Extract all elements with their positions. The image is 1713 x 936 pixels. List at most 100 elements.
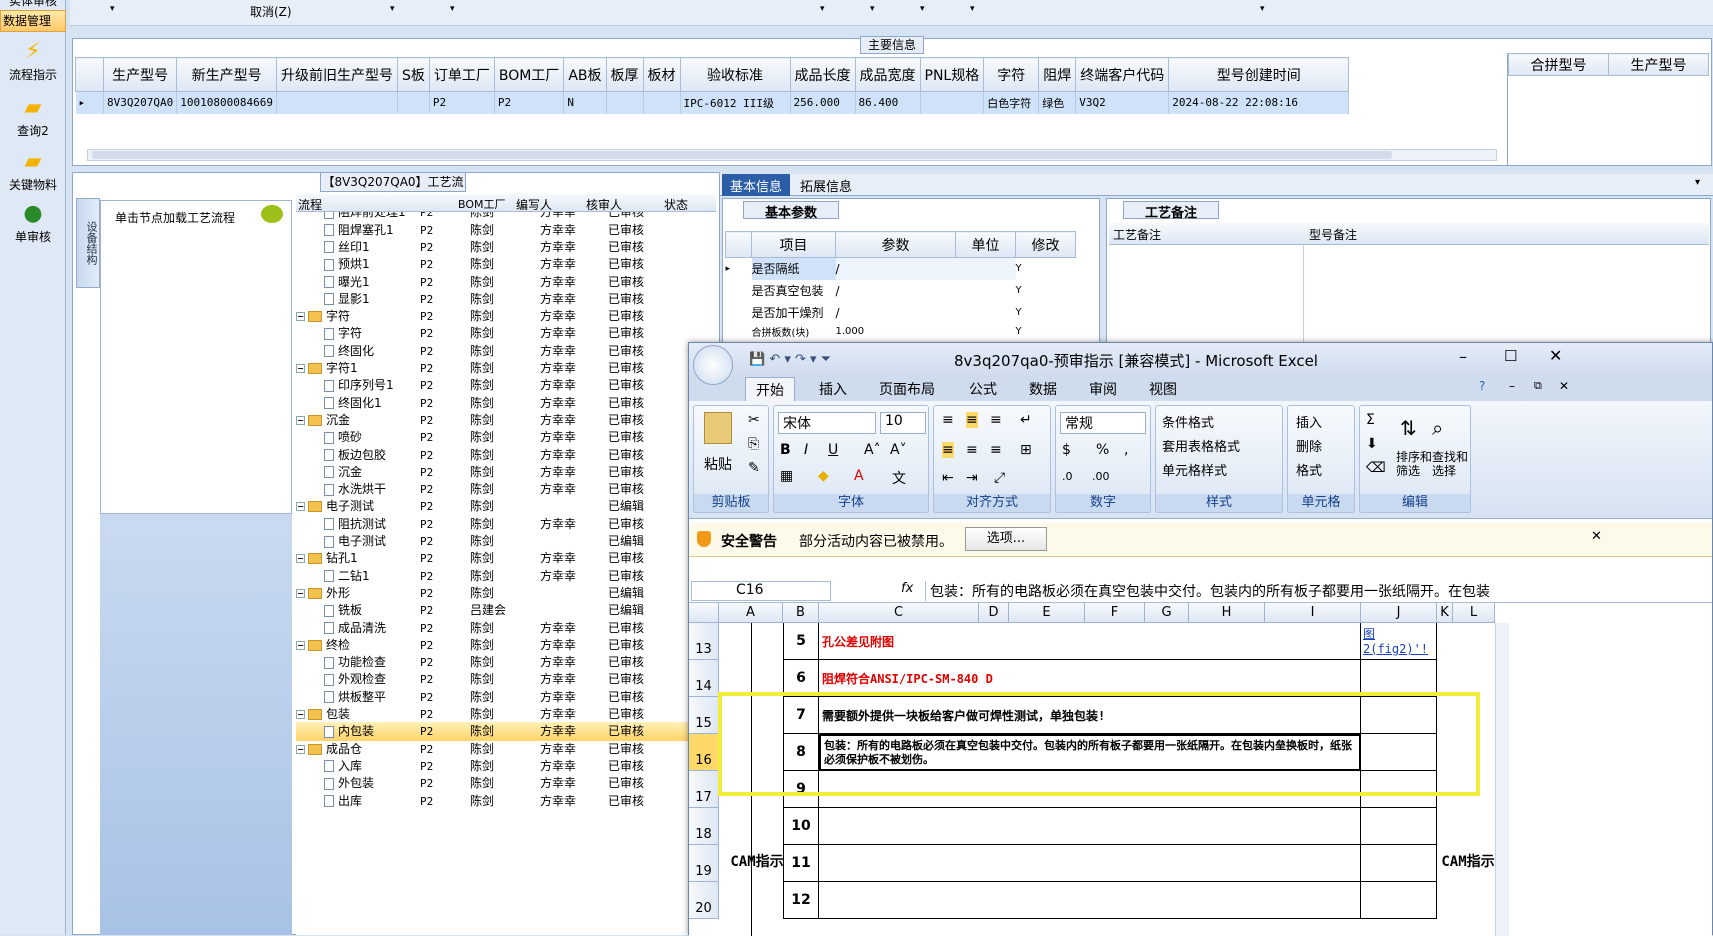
table-cell[interactable]: P2 (494, 91, 565, 114)
table-cell[interactable] (955, 257, 1016, 280)
dropdown-arrow-icon[interactable]: ▾ (920, 4, 925, 14)
collapse-icon[interactable]: − (296, 588, 305, 598)
column-header[interactable]: 工艺备注 (1113, 226, 1161, 243)
tree-row[interactable]: 印序列号1 P2 陈剑 方幸幸 已审核 (296, 376, 716, 395)
tree-node[interactable]: 内包装 (324, 722, 374, 741)
tree-node[interactable]: 阻抗测试 (324, 515, 386, 534)
table-cell[interactable]: V3Q2 (1075, 91, 1170, 114)
tree-node[interactable]: − 外形 (296, 584, 350, 603)
table-cell[interactable]: 白色字符 (983, 91, 1040, 114)
conditional-format-button[interactable]: 条件格式 (1162, 412, 1214, 431)
column-header[interactable]: 新生产型号 (176, 57, 277, 92)
column-header[interactable]: 订单工厂 (428, 57, 495, 92)
column-header[interactable]: 升级前旧生产型号 (275, 57, 398, 92)
tree-node[interactable]: 功能检查 (324, 653, 386, 672)
tree-node[interactable]: 电子测试 (324, 532, 386, 551)
column-header[interactable]: S板 (396, 57, 430, 92)
column-header[interactable]: 流程 (298, 196, 322, 213)
tree-row[interactable]: 外观检查 P2 陈剑 方幸幸 已审核 (296, 670, 716, 689)
cell-b[interactable]: 10 (783, 808, 819, 845)
tree-node[interactable]: 外包装 (324, 774, 374, 793)
align-right-icon[interactable]: ≡ (990, 442, 1002, 458)
tree-row[interactable]: − 终检 P2 陈剑 方幸幸 已审核 (296, 636, 716, 655)
tree-row[interactable]: − 电子测试 P2 陈剑 已编辑 (296, 497, 716, 516)
tree-node[interactable]: 二钻1 (324, 567, 370, 586)
tree-node[interactable]: 铣板 (324, 601, 362, 620)
tree-node[interactable]: 阻焊塞孔1 (324, 221, 394, 240)
column-header[interactable]: 合拼型号 (1508, 53, 1609, 76)
cell-c[interactable] (819, 882, 1361, 919)
column-header[interactable]: 核审人 (586, 196, 622, 213)
cell-b[interactable]: 7 (783, 697, 819, 734)
column-header-c[interactable]: C (819, 603, 979, 623)
column-header[interactable]: 生产型号 (1608, 53, 1709, 76)
row-header[interactable]: 17 (689, 771, 719, 808)
dropdown-arrow-icon[interactable]: ▾ (970, 4, 975, 14)
font-color-icon[interactable]: A (854, 468, 864, 484)
column-header[interactable]: BOM工厂 (458, 196, 506, 212)
table-row[interactable]: ▸ 是否隔纸 / Y (726, 257, 1076, 280)
tab-data[interactable]: 数据 (1029, 379, 1057, 399)
cell-j-link[interactable] (1361, 882, 1437, 919)
column-header-h[interactable]: H (1189, 603, 1265, 623)
close-icon[interactable]: ✕ (1559, 379, 1569, 393)
collapse-icon[interactable]: − (296, 640, 305, 650)
tree-row[interactable]: − 字符 P2 陈剑 方幸幸 已审核 (296, 307, 716, 326)
tree-node[interactable]: 烘板整平 (324, 688, 386, 707)
clear-icon[interactable]: ⌫ (1366, 460, 1386, 476)
insert-button[interactable]: 插入 (1296, 412, 1322, 431)
column-header[interactable]: 终端客户代码 (1075, 57, 1170, 92)
tree-node[interactable]: − 沉金 (296, 411, 350, 430)
format-painter-icon[interactable]: ✎ (748, 460, 760, 476)
help-icon[interactable]: ? (1479, 379, 1485, 393)
tree-node[interactable]: 曝光1 (324, 273, 370, 292)
nav-item-data-management[interactable]: 数据管理 (0, 10, 66, 32)
collapse-icon[interactable]: − (296, 502, 305, 512)
bold-icon[interactable]: B (780, 442, 791, 458)
table-cell[interactable]: / (835, 257, 956, 280)
dropdown-arrow-icon[interactable]: ▾ (870, 4, 875, 14)
tab-page-layout[interactable]: 页面布局 (879, 379, 935, 399)
column-header-k[interactable]: K (1437, 603, 1453, 623)
underline-icon[interactable]: U (828, 442, 838, 458)
tree-node[interactable]: − 钻孔1 (296, 549, 358, 568)
nav-top-cut[interactable]: 实体审核 (0, 0, 66, 9)
column-header-b[interactable]: B (783, 603, 819, 623)
cell-b[interactable]: 12 (783, 882, 819, 919)
increase-indent-icon[interactable]: ⇥ (966, 470, 978, 486)
table-cell[interactable]: 10010800084669 (176, 91, 277, 114)
vertical-scrollbar[interactable] (1495, 623, 1509, 936)
table-cell[interactable]: 是否真空包装 (752, 280, 836, 302)
collapse-icon[interactable]: − (296, 364, 305, 373)
delete-button[interactable]: 删除 (1296, 436, 1322, 455)
table-cell[interactable]: 256.000 (790, 91, 856, 114)
tab-insert[interactable]: 插入 (819, 379, 847, 399)
tab-basic-info[interactable]: 基本信息 (722, 174, 791, 196)
horizontal-scrollbar[interactable] (87, 149, 1497, 161)
nav-item-review[interactable]: ● 单审核 (0, 202, 66, 245)
tree-row[interactable]: 沉金 P2 陈剑 方幸幸 已审核 (296, 463, 716, 482)
fill-color-icon[interactable]: ◆ (818, 468, 829, 484)
tab-view[interactable]: 视图 (1149, 379, 1177, 399)
column-header[interactable]: 成品宽度 (854, 57, 921, 92)
cut-icon[interactable]: ✂ (748, 412, 760, 428)
worksheet[interactable]: A B C D E F G H I J K L 13 5 孔公差见附图 图2(fig2… (689, 603, 1712, 936)
column-header[interactable]: 型号备注 (1309, 226, 1357, 243)
cell-b[interactable]: 6 (783, 660, 819, 697)
column-header[interactable]: 板厚 (605, 57, 644, 92)
table-cell[interactable] (920, 91, 985, 114)
cell-j-link[interactable] (1361, 660, 1437, 697)
copy-icon[interactable]: ⎘ (748, 436, 759, 452)
tree-node[interactable]: − 成品仓 (296, 740, 362, 759)
column-header-l[interactable]: L (1453, 603, 1495, 623)
side-tab-structure[interactable]: 设备结构 (76, 198, 100, 288)
table-cell[interactable]: 是否加干燥剂 (752, 302, 836, 324)
table-cell[interactable]: 合拼板数(块) (752, 324, 836, 339)
row-header[interactable]: 15 (689, 697, 719, 734)
align-top-icon[interactable]: ≡ (942, 412, 954, 428)
tab-review[interactable]: 审阅 (1089, 379, 1117, 399)
tree-row[interactable]: 二钻1 P2 陈剑 方幸幸 已审核 (296, 567, 716, 586)
tree-row[interactable]: − 字符1 P2 陈剑 方幸幸 已审核 (296, 359, 716, 378)
phonetic-icon[interactable]: 文 (892, 468, 906, 488)
cell-c[interactable]: 孔公差见附图 (819, 623, 1361, 660)
